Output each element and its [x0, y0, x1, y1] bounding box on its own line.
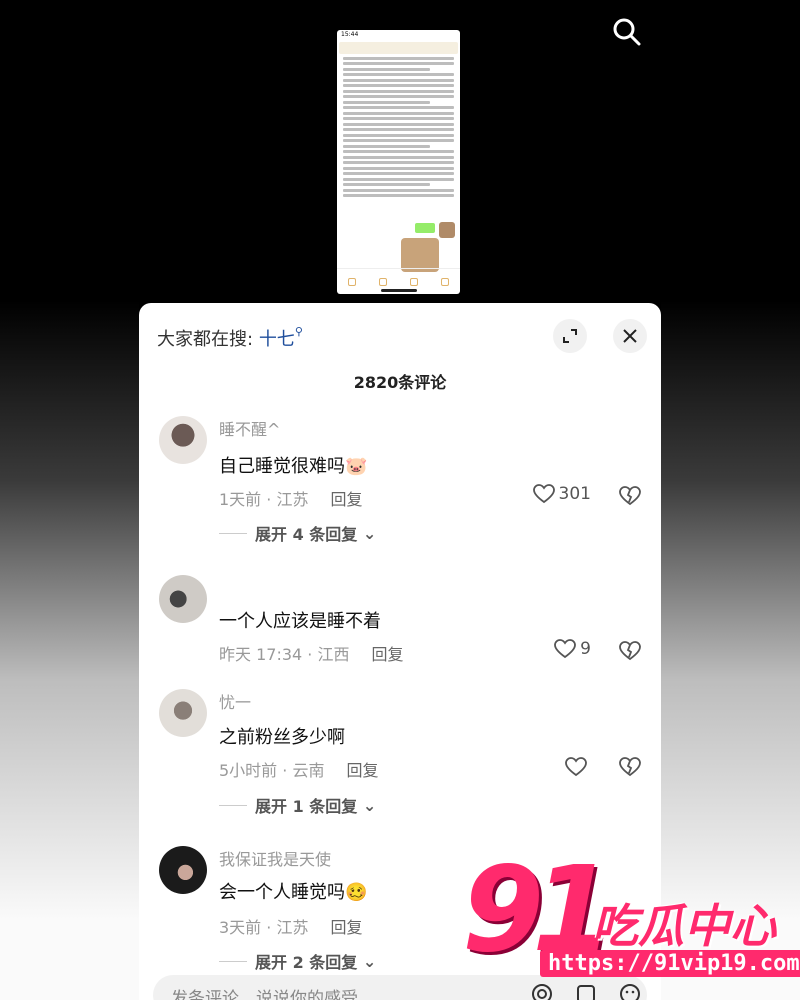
chat-bubble [415, 223, 435, 233]
bear-sticker-image [401, 238, 439, 272]
dislike-button[interactable] [619, 757, 641, 781]
expand-replies-label: 展开 2 条回复 [255, 953, 358, 972]
heart-icon [532, 484, 555, 504]
reply-button[interactable]: 回复 [371, 645, 403, 664]
pig-emoji: 🐷 [345, 456, 368, 477]
comment-meta: 昨天 17:34 · 江西 回复 [219, 641, 403, 665]
reply-button[interactable]: 回复 [346, 761, 378, 780]
like-button[interactable]: 9 [554, 639, 591, 659]
search-prefix: 大家都在搜: [157, 329, 254, 350]
video-thumbnail[interactable]: 15:44 [337, 30, 460, 294]
sticker-image [439, 222, 455, 238]
expand-replies-button[interactable]: 展开 4 条回复 ⌄ [219, 521, 376, 545]
dislike-button[interactable] [619, 486, 641, 510]
chevron-down-icon: ⌄ [362, 523, 377, 543]
expand-replies-button[interactable]: 展开 2 条回复 ⌄ [219, 949, 376, 973]
watermark-logo: 91 吃瓜中心 https://91vip19.com [458, 850, 800, 990]
woozy-emoji: 🥴 [345, 882, 368, 903]
comment-text: 之前粉丝多少啊 [219, 727, 345, 748]
like-count: 301 [558, 484, 591, 504]
expand-replies-button[interactable]: 展开 1 条回复 ⌄ [219, 793, 376, 817]
comment-meta: 5小时前 · 云南 回复 [219, 757, 378, 781]
reply-button[interactable]: 回复 [330, 490, 362, 509]
comment-text: 一个人应该是睡不着 [219, 611, 381, 632]
close-icon [623, 329, 637, 343]
comment-username[interactable]: 睡不醒^ [219, 416, 280, 440]
comment-meta: 1天前 · 江苏 回复 [219, 486, 362, 510]
expand-replies-label: 展开 4 条回复 [255, 525, 358, 544]
comment-text: 会一个人睡觉吗🥴 [219, 878, 367, 904]
like-count: 9 [580, 639, 591, 659]
comment-text: 自己睡觉很难吗🐷 [219, 452, 367, 478]
comment-count: 2820条评论 [353, 373, 447, 392]
hot-search-bar[interactable]: 大家都在搜: 十七⚲ [157, 325, 303, 351]
expand-button[interactable] [553, 319, 587, 353]
reply-button[interactable]: 回复 [330, 918, 362, 937]
thumbnail-header [339, 42, 458, 54]
comment-text-content: 自己睡觉很难吗 [219, 456, 345, 477]
avatar[interactable] [159, 575, 207, 623]
comment-meta: 3天前 · 江苏 回复 [219, 914, 362, 938]
comment-time-location: 昨天 17:34 · 江西 [219, 645, 350, 664]
heart-icon [554, 639, 577, 659]
comment-text-content: 会一个人睡觉吗 [219, 882, 345, 903]
close-button[interactable] [613, 319, 647, 353]
search-term-link[interactable]: 十七 [259, 329, 295, 350]
comment-time-location: 1天前 · 江苏 [219, 490, 309, 509]
thumbnail-time: 15:44 [341, 31, 359, 38]
avatar[interactable] [159, 416, 207, 464]
dislike-button[interactable] [619, 641, 641, 665]
avatar[interactable] [159, 846, 207, 894]
expand-replies-label: 展开 1 条回复 [255, 797, 358, 816]
watermark-url: https://91vip19.com [540, 950, 800, 977]
broken-heart-icon [619, 486, 641, 506]
search-small-icon: ⚲ [294, 325, 303, 338]
home-indicator [381, 289, 417, 292]
thumbnail-status-bar: 15:44 [337, 30, 460, 40]
watermark-brand: 吃瓜中心 [592, 899, 776, 953]
broken-heart-icon [619, 641, 641, 661]
expand-icon [563, 329, 577, 343]
comment-username[interactable]: 忧一 [219, 689, 251, 713]
comment-username[interactable]: 我保证我是天使 [219, 846, 331, 870]
comment-time-location: 3天前 · 江苏 [219, 918, 309, 937]
avatar[interactable] [159, 689, 207, 737]
heart-icon [565, 757, 587, 777]
chevron-down-icon: ⌄ [362, 951, 377, 971]
like-button[interactable]: 301 [532, 484, 591, 504]
broken-heart-icon [619, 757, 641, 777]
comment-time-location: 5小时前 · 云南 [219, 761, 325, 780]
like-button[interactable] [565, 757, 591, 777]
chevron-down-icon: ⌄ [362, 795, 377, 815]
search-icon[interactable] [611, 16, 643, 48]
